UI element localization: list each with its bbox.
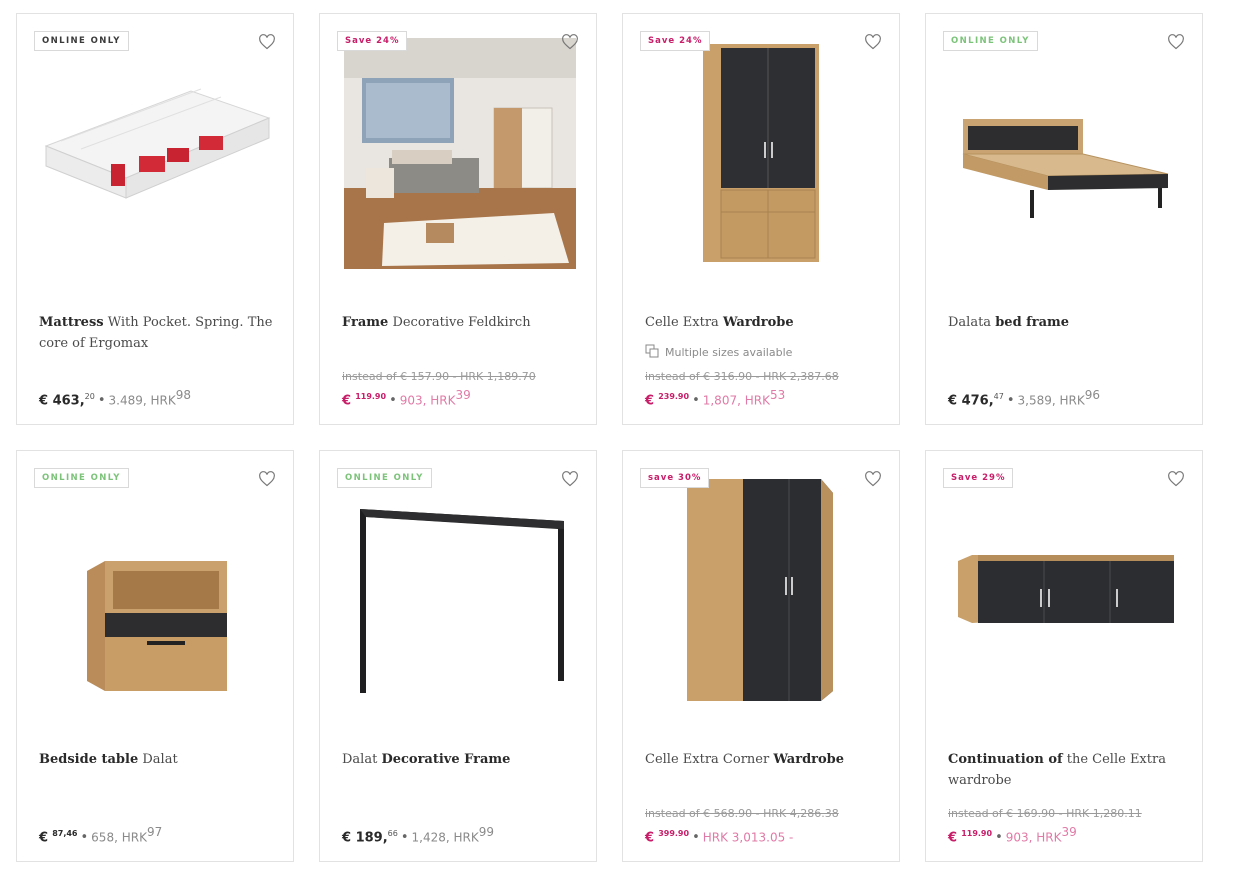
- badge-save: save 30%: [640, 468, 710, 488]
- badge-online-only: ONLINE ONLY: [943, 31, 1038, 51]
- product-image-bedside-table[interactable]: [17, 451, 293, 731]
- product-title[interactable]: Mattress With Pocket. Spring. The core o…: [39, 312, 275, 354]
- old-price: instead of € 169.90 - HRK 1,280.11: [948, 807, 1142, 820]
- product-title[interactable]: Dalata bed frame: [948, 312, 1184, 333]
- product-image-wall-cabinet[interactable]: [926, 451, 1202, 731]
- old-price: instead of € 157.90 - HRK 1,189.70: [342, 370, 536, 383]
- product-image-corner-wardrobe[interactable]: [623, 451, 899, 731]
- heart-icon[interactable]: [258, 471, 278, 489]
- product-image-wardrobe[interactable]: [623, 14, 899, 294]
- heart-icon[interactable]: [1167, 471, 1187, 489]
- product-price: € 189,66 • 1,428, HRK99: [342, 825, 495, 846]
- product-card[interactable]: ONLINE ONLY Mattress With Pocket. Spring…: [16, 13, 294, 425]
- product-card[interactable]: Save 24% Celle Extra Wardrobe Multiple s…: [622, 13, 900, 425]
- badge-online-only: ONLINE ONLY: [337, 468, 432, 488]
- product-card[interactable]: Save 29% Continuation of the Celle Extra…: [925, 450, 1203, 862]
- product-price: € 87,46 • 658, HRK97: [39, 825, 163, 846]
- heart-icon[interactable]: [258, 34, 278, 52]
- badge-save: Save 24%: [640, 31, 711, 51]
- badge-save: Save 24%: [337, 31, 408, 51]
- old-price: instead of € 568.90 - HRK 4,286.38: [645, 807, 839, 820]
- product-title[interactable]: Dalat Decorative Frame: [342, 749, 578, 770]
- product-title[interactable]: Celle Extra Corner Wardrobe: [645, 749, 881, 770]
- product-card[interactable]: Save 24% Frame Decorative Feldkirch inst…: [319, 13, 597, 425]
- product-image-mattress[interactable]: [17, 14, 293, 294]
- product-price: € 463,20 • 3.489, HRK98: [39, 388, 192, 409]
- product-image-bed-frame[interactable]: [926, 14, 1202, 294]
- heart-icon[interactable]: [561, 471, 581, 489]
- product-price: € 119.90 • 903, HRK39: [342, 388, 471, 409]
- multiple-sizes-note: Multiple sizes available: [645, 344, 792, 361]
- old-price: instead of € 316.90 - HRK 2,387.68: [645, 370, 839, 383]
- heart-icon[interactable]: [1167, 34, 1187, 52]
- product-card[interactable]: save 30% Celle Extra Corner Wardrobe ins…: [622, 450, 900, 862]
- product-price: € 239.90 • 1,807, HRK53: [645, 388, 786, 409]
- product-title[interactable]: Celle Extra Wardrobe: [645, 312, 881, 333]
- badge-save: Save 29%: [943, 468, 1014, 488]
- sizes-icon: [645, 344, 659, 361]
- product-price: € 476,47 • 3,589, HRK96: [948, 388, 1101, 409]
- heart-icon[interactable]: [864, 471, 884, 489]
- product-image-bedroom[interactable]: [320, 14, 596, 294]
- product-price: € 119.90 • 903, HRK39: [948, 825, 1077, 846]
- product-title[interactable]: Bedside table Dalat: [39, 749, 275, 770]
- product-title[interactable]: Frame Decorative Feldkirch: [342, 312, 578, 333]
- product-card[interactable]: ONLINE ONLY Dalat Decorative Frame € 189…: [319, 450, 597, 862]
- product-title[interactable]: Continuation of the Celle Extra wardrobe: [948, 749, 1184, 791]
- heart-icon[interactable]: [561, 34, 581, 52]
- product-price: € 399.90 • HRK 3,013.05 -: [645, 829, 794, 846]
- badge-online-only: ONLINE ONLY: [34, 31, 129, 51]
- product-card[interactable]: ONLINE ONLY Dalata bed frame € 476,47 • 3,…: [925, 13, 1203, 425]
- product-image-decorative-frame[interactable]: [320, 451, 596, 731]
- product-card[interactable]: ONLINE ONLY Bedside table Dalat € 87,46 •…: [16, 450, 294, 862]
- heart-icon[interactable]: [864, 34, 884, 52]
- badge-online-only: ONLINE ONLY: [34, 468, 129, 488]
